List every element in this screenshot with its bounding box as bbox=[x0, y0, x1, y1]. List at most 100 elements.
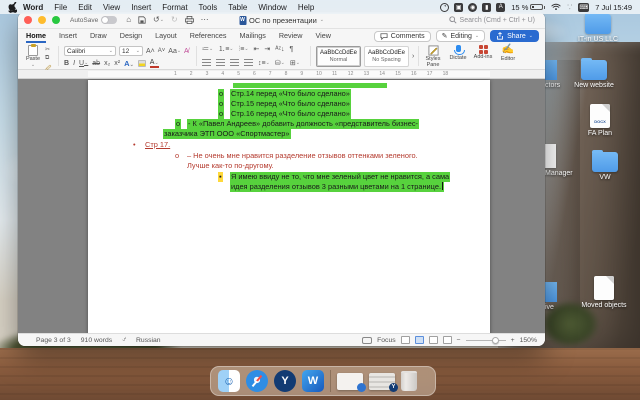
share-button[interactable]: Share ⌄ bbox=[490, 30, 539, 42]
justify-icon[interactable] bbox=[244, 59, 253, 67]
menu-item-help[interactable]: Help bbox=[298, 3, 314, 12]
tab-home[interactable]: Home bbox=[26, 30, 46, 43]
sort-icon[interactable]: ᴬᶻ↓ bbox=[275, 46, 284, 53]
document-title-area[interactable]: W ОС по презентации ⌄ bbox=[239, 16, 324, 25]
desktop-icon-it-in-us-llc[interactable]: IT-in US LLC bbox=[571, 14, 625, 44]
spellcheck-icon[interactable]: ⍻ bbox=[122, 336, 126, 344]
document-line[interactable]: Лучше как-то по-другому. bbox=[88, 161, 490, 171]
focus-label[interactable]: Focus bbox=[377, 337, 396, 344]
multilevel-list-button[interactable]: ⫶≡⌄ bbox=[239, 46, 249, 53]
document-line[interactable]: идея разделения отзывов 3 разными цветам… bbox=[88, 182, 490, 192]
document-line[interactable]: oСтр.16 перед «Что было сделано» bbox=[88, 109, 490, 119]
close-button[interactable] bbox=[24, 16, 32, 24]
bold-button[interactable]: B bbox=[64, 60, 69, 67]
zoom-button[interactable] bbox=[52, 16, 60, 24]
dock-yandex-browser-icon[interactable]: Y bbox=[274, 370, 296, 392]
dock-word-icon[interactable]: W bbox=[302, 370, 324, 392]
dictate-button[interactable]: Dictate bbox=[448, 45, 468, 62]
menu-item-edit[interactable]: Edit bbox=[78, 3, 92, 12]
change-case-icon[interactable]: Aa⌄ bbox=[168, 48, 181, 55]
tab-review[interactable]: Review bbox=[279, 30, 303, 43]
text-effects-icon[interactable]: A⌄ bbox=[124, 60, 134, 68]
desktop-icon-partial[interactable]: Manager bbox=[545, 144, 573, 177]
desktop-icon-partial[interactable]: ive bbox=[545, 282, 557, 311]
document-line[interactable]: заказчика ЭТП ООО «Спортмастер» bbox=[88, 129, 490, 139]
menu-extra-icon[interactable]: A bbox=[496, 3, 505, 12]
document-line[interactable]: o– Не очень мне нравится разделение отзы… bbox=[88, 151, 490, 161]
strikethrough-button[interactable]: ab bbox=[92, 60, 100, 67]
italic-button[interactable]: I bbox=[73, 60, 75, 67]
dock-minimized-window-2[interactable]: Y bbox=[369, 373, 395, 390]
addins-button[interactable]: Add-ins bbox=[472, 45, 494, 61]
tab-mailings[interactable]: Mailings bbox=[239, 30, 265, 43]
menu-extra-icon[interactable]: ▣ bbox=[454, 3, 463, 12]
keyboard-input-icon[interactable]: ⌨ bbox=[578, 3, 589, 12]
desktop-icon-fa-plan[interactable]: DOCXFA Plan bbox=[573, 104, 627, 138]
zoom-slider[interactable] bbox=[466, 340, 506, 341]
language-indicator[interactable]: Russian bbox=[136, 337, 161, 344]
styles-pane-button[interactable]: Styles Pane bbox=[422, 45, 444, 69]
zoom-slider-knob[interactable] bbox=[492, 337, 499, 344]
print-icon[interactable] bbox=[185, 16, 194, 24]
dock-minimized-window-1[interactable] bbox=[337, 373, 363, 390]
menu-item-view[interactable]: View bbox=[103, 3, 120, 12]
align-right-icon[interactable] bbox=[230, 59, 239, 67]
search-control[interactable]: Search (Cmd + Ctrl + U) bbox=[449, 16, 535, 24]
cut-icon[interactable]: ✂ bbox=[45, 46, 51, 53]
home-icon[interactable]: ⌂ bbox=[126, 16, 131, 24]
editing-mode-button[interactable]: ✎ Editing ⌄ bbox=[436, 30, 485, 42]
menu-extra-icon[interactable]: ▮ bbox=[482, 3, 491, 12]
tab-view[interactable]: View bbox=[315, 30, 330, 43]
document-line[interactable]: oСтр.14 перед «Что было сделано» bbox=[88, 89, 490, 99]
style-card-normal[interactable]: AaBbCcDdEeNormal bbox=[316, 46, 361, 67]
copy-icon[interactable]: ⧉ bbox=[45, 55, 51, 62]
document-line[interactable]: o- К «Павел Андреев» добавить должность … bbox=[88, 119, 490, 129]
superscript-button[interactable]: x² bbox=[114, 60, 120, 67]
ruler[interactable]: 123456789101112131415161718 bbox=[18, 70, 545, 79]
autosave-control[interactable]: AutoSave bbox=[70, 16, 117, 24]
wifi-icon[interactable] bbox=[551, 3, 561, 11]
document-line[interactable]: •Стр 17. bbox=[88, 140, 490, 150]
word-count[interactable]: 910 words bbox=[81, 337, 112, 344]
font-name-combobox[interactable]: Calibri⌄ bbox=[64, 46, 116, 56]
tab-insert[interactable]: Insert bbox=[59, 30, 77, 43]
battery-indicator[interactable]: 15 % bbox=[511, 3, 545, 12]
bullets-button[interactable]: ≔⌄ bbox=[202, 46, 213, 53]
menu-clock[interactable]: 7 Jul 15:49 bbox=[595, 3, 632, 12]
zoom-in-icon[interactable]: + bbox=[511, 337, 515, 344]
print-layout-icon[interactable] bbox=[415, 336, 424, 344]
shading-icon[interactable]: ⛁⌄ bbox=[275, 60, 285, 67]
numbering-button[interactable]: ⒈≡⌄ bbox=[218, 46, 233, 53]
zoom-out-icon[interactable]: − bbox=[457, 337, 461, 344]
menu-item-tools[interactable]: Tools bbox=[199, 3, 218, 12]
apple-menu-icon[interactable] bbox=[8, 2, 17, 13]
menu-item-file[interactable]: File bbox=[54, 3, 67, 12]
menu-item-format[interactable]: Format bbox=[162, 3, 187, 12]
comments-button[interactable]: Comments bbox=[374, 31, 431, 42]
menu-item-window[interactable]: Window bbox=[258, 3, 286, 12]
paste-button[interactable]: Paste ⌄ bbox=[23, 45, 43, 68]
editor-button[interactable]: ✍ Editor bbox=[498, 45, 518, 62]
desktop-icon-new-website[interactable]: New website bbox=[567, 60, 621, 90]
dock-trash-icon[interactable] bbox=[401, 371, 417, 391]
shrink-font-icon[interactable]: A˅ bbox=[158, 48, 166, 54]
desktop-icon-moved-objects[interactable]: Moved objects bbox=[577, 276, 631, 310]
undo-icon[interactable]: ↺⌄ bbox=[153, 16, 164, 24]
autosave-toggle[interactable] bbox=[101, 16, 117, 24]
outline-view-icon[interactable] bbox=[443, 336, 452, 344]
menu-extra-icon[interactable]: ◔ bbox=[440, 3, 449, 12]
clear-formatting-icon[interactable]: A̸ bbox=[184, 48, 189, 55]
zoom-percent[interactable]: 150% bbox=[520, 337, 537, 344]
tab-draw[interactable]: Draw bbox=[90, 30, 107, 43]
minimize-button[interactable] bbox=[38, 16, 46, 24]
tab-layout[interactable]: Layout bbox=[155, 30, 177, 43]
borders-icon[interactable]: ⊞⌄ bbox=[290, 60, 300, 67]
document-line[interactable]: oСтр.15 перед «Что было сделано» bbox=[88, 99, 490, 109]
control-center-icon[interactable]: ⸪ bbox=[567, 3, 572, 11]
subscript-button[interactable]: x₂ bbox=[104, 60, 110, 67]
save-icon[interactable] bbox=[138, 16, 146, 24]
align-left-icon[interactable] bbox=[202, 59, 211, 67]
dock-finder-icon[interactable] bbox=[218, 370, 240, 392]
underline-button[interactable]: U⌄ bbox=[79, 60, 88, 67]
align-center-icon[interactable] bbox=[216, 59, 225, 67]
